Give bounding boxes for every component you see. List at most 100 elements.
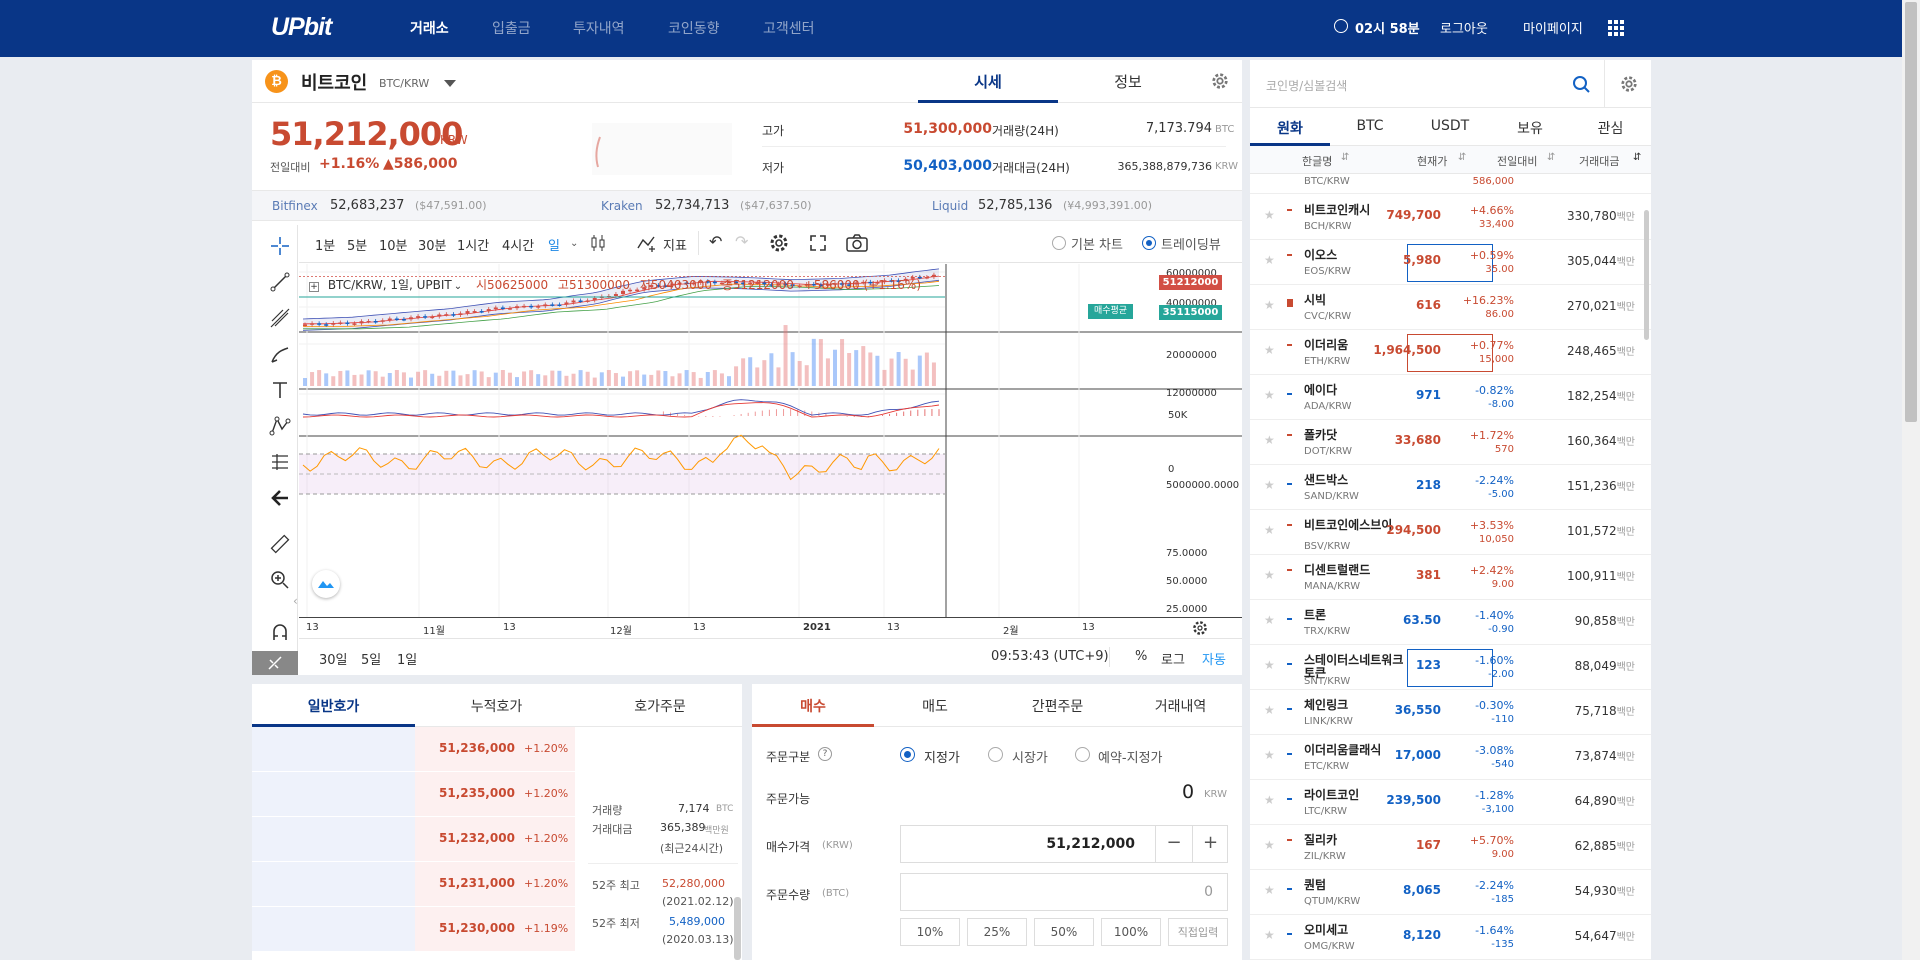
fullscreen-icon[interactable] xyxy=(809,234,827,252)
page-scrollbar-thumb[interactable] xyxy=(1905,2,1917,422)
order-type-limit-label[interactable]: 지정가 xyxy=(924,747,960,766)
tab-quote[interactable]: 시세 xyxy=(918,60,1058,103)
list-item[interactable]: ★ 이오스 EOS/KRW 5,980 +0.59% 35.00 305,044… xyxy=(1250,240,1651,285)
crosshair-tool-icon[interactable] xyxy=(258,229,302,263)
sort-icon[interactable]: ⇵ xyxy=(1547,152,1555,163)
price-increment-button[interactable]: + xyxy=(1192,826,1228,862)
favorite-star-icon[interactable]: ★ xyxy=(1264,703,1275,717)
zoom-in-icon[interactable] xyxy=(258,563,302,597)
pattern-tool-icon[interactable] xyxy=(258,409,302,443)
list-item[interactable]: ★ 질리카 ZIL/KRW 167 +5.70% 9.00 62,885백만 xyxy=(1250,825,1651,870)
quantity-input[interactable]: 0 xyxy=(900,873,1228,911)
auto-scale-toggle[interactable]: 자동 xyxy=(1202,649,1226,668)
tab-info[interactable]: 정보 xyxy=(1058,60,1198,103)
collapse-arrow-icon[interactable]: ‹ xyxy=(293,594,298,608)
market-tab-krw[interactable]: 원화 xyxy=(1250,108,1330,146)
list-item[interactable]: ★ 에이다 ADA/KRW 971 -0.82% -8.00 182,254백만 xyxy=(1250,375,1651,420)
orderbook-tab-cumulative[interactable]: 누적호가 xyxy=(415,684,578,727)
order-type-market-radio[interactable] xyxy=(988,747,1003,762)
nav-customer-center[interactable]: 고객센터 xyxy=(763,18,815,38)
list-item-name[interactable]: 디센트럴랜드 xyxy=(1304,564,1404,577)
list-item-name[interactable]: 에이다 xyxy=(1304,384,1404,397)
list-item-name[interactable]: 폴카닷 xyxy=(1304,429,1404,442)
order-type-reserve-label[interactable]: 예약-지정가 xyxy=(1098,747,1163,766)
nav-coin-trends[interactable]: 코인동향 xyxy=(668,18,720,38)
favorite-star-icon[interactable]: ★ xyxy=(1264,343,1275,357)
back-arrow-icon[interactable] xyxy=(258,481,302,515)
hide-drawings-icon[interactable] xyxy=(252,651,298,675)
indicator-label[interactable]: 지표 xyxy=(663,235,687,254)
undo-icon[interactable]: ↶ xyxy=(709,232,722,251)
list-item-name[interactable]: 체인링크 xyxy=(1304,699,1404,712)
pct-25-button[interactable]: 25% xyxy=(967,918,1027,946)
interval-dropdown-icon[interactable]: ⌄ xyxy=(570,238,578,249)
pct-10-button[interactable]: 10% xyxy=(900,918,960,946)
prediction-tool-icon[interactable] xyxy=(258,445,302,479)
sort-icon[interactable]: ⇵ xyxy=(1341,152,1349,163)
buy-price-value[interactable]: 51,212,000 xyxy=(1046,836,1135,852)
sort-icon[interactable]: ⇵ xyxy=(1633,152,1641,163)
range-5d[interactable]: 5일 xyxy=(361,649,381,668)
order-type-reserve-radio[interactable] xyxy=(1075,747,1090,762)
legend-collapse-icon[interactable]: + xyxy=(309,282,319,292)
interval-4h[interactable]: 4시간 xyxy=(502,235,534,254)
market-list-scrollbar[interactable] xyxy=(1644,210,1649,340)
ask-price[interactable]: 51,231,000 xyxy=(439,876,515,890)
orderbook-tab-normal[interactable]: 일반호가 xyxy=(252,684,415,727)
nav-deposit[interactable]: 입출금 xyxy=(492,18,531,38)
interval-10m[interactable]: 10분 xyxy=(379,235,408,254)
range-30d[interactable]: 30일 xyxy=(319,649,348,668)
logout-link[interactable]: 로그아웃 xyxy=(1440,18,1488,37)
interval-5m[interactable]: 5분 xyxy=(347,235,367,254)
favorite-star-icon[interactable]: ★ xyxy=(1264,253,1275,267)
sort-icon[interactable]: ⇵ xyxy=(1458,152,1466,163)
list-item-name[interactable]: 이더리움클래식 xyxy=(1304,744,1404,757)
tradingview-label[interactable]: 트레이딩뷰 xyxy=(1161,234,1221,253)
magnet-icon[interactable] xyxy=(258,615,302,649)
order-tab-history[interactable]: 거래내역 xyxy=(1119,684,1242,727)
list-item[interactable]: ★ 디센트럴랜드 MANA/KRW 381 +2.42% 9.00 100,91… xyxy=(1250,555,1651,600)
favorite-star-icon[interactable]: ★ xyxy=(1264,523,1275,537)
tradingview-radio[interactable] xyxy=(1142,236,1156,250)
list-item[interactable]: ★ 라이트코인 LTC/KRW 239,500 -1.28% -3,100 64… xyxy=(1250,780,1651,825)
order-tab-buy[interactable]: 매수 xyxy=(752,684,874,727)
order-tab-sell[interactable]: 매도 xyxy=(874,684,996,727)
nav-investments[interactable]: 투자내역 xyxy=(573,18,625,38)
upbit-logo[interactable]: UPbit xyxy=(271,13,332,42)
list-item[interactable]: ★ 오미세고 OMG/KRW 8,120 -1.64% -135 54,647백… xyxy=(1250,915,1651,960)
quantity-value[interactable]: 0 xyxy=(1204,884,1213,900)
favorite-star-icon[interactable]: ★ xyxy=(1264,928,1275,942)
list-item-name[interactable]: 퀀텀 xyxy=(1304,879,1404,892)
search-icon[interactable] xyxy=(1572,75,1590,93)
header-current-price[interactable]: 현재가 xyxy=(1417,153,1447,169)
market-tab-holdings[interactable]: 보유 xyxy=(1490,108,1570,146)
favorite-star-icon[interactable]: ★ xyxy=(1264,208,1275,222)
indicator-icon[interactable] xyxy=(636,234,658,252)
list-item[interactable]: ★ 비트코인에스브이 BSV/KRW 294,500 +3.53% 10,050… xyxy=(1250,510,1651,555)
market-settings-gear-icon[interactable] xyxy=(1620,75,1638,93)
favorite-star-icon[interactable]: ★ xyxy=(1264,838,1275,852)
mypage-link[interactable]: 마이페이지 xyxy=(1523,18,1583,37)
list-item[interactable]: ★ 이더리움 ETH/KRW 1,964,500 +0.77% 15,000 2… xyxy=(1250,330,1651,375)
ask-price[interactable]: 51,232,000 xyxy=(439,831,515,845)
favorite-star-icon[interactable]: ★ xyxy=(1264,568,1275,582)
ask-price[interactable]: 51,236,000 xyxy=(439,741,515,755)
list-item[interactable]: ★ 퀀텀 QTUM/KRW 8,065 -2.24% -185 54,930백만 xyxy=(1250,870,1651,915)
panel-settings-gear-icon[interactable] xyxy=(1211,72,1229,90)
coin-select-dropdown-icon[interactable] xyxy=(444,80,456,87)
fib-tool-icon[interactable] xyxy=(258,301,302,335)
candle-type-icon[interactable] xyxy=(589,233,607,253)
brush-tool-icon[interactable] xyxy=(258,337,302,371)
list-item-name[interactable]: 시빅 xyxy=(1304,294,1404,307)
order-tab-simple[interactable]: 간편주문 xyxy=(996,684,1119,727)
list-item[interactable]: ★ 시빅 CVC/KRW 616 +16.23% 86.00 270,021백만 xyxy=(1250,285,1651,330)
pct-50-button[interactable]: 50% xyxy=(1034,918,1094,946)
header-change[interactable]: 전일대비 xyxy=(1497,153,1537,169)
market-tab-usdt[interactable]: USDT xyxy=(1410,108,1490,146)
nav-exchange[interactable]: 거래소 xyxy=(410,18,449,38)
list-item-name[interactable]: 오미세고 xyxy=(1304,924,1404,937)
price-decrement-button[interactable]: − xyxy=(1155,826,1192,862)
custom-input-button[interactable]: 직접입력 xyxy=(1168,918,1228,946)
favorite-star-icon[interactable]: ★ xyxy=(1264,883,1275,897)
market-tab-favorites[interactable]: 관심 xyxy=(1570,108,1651,146)
